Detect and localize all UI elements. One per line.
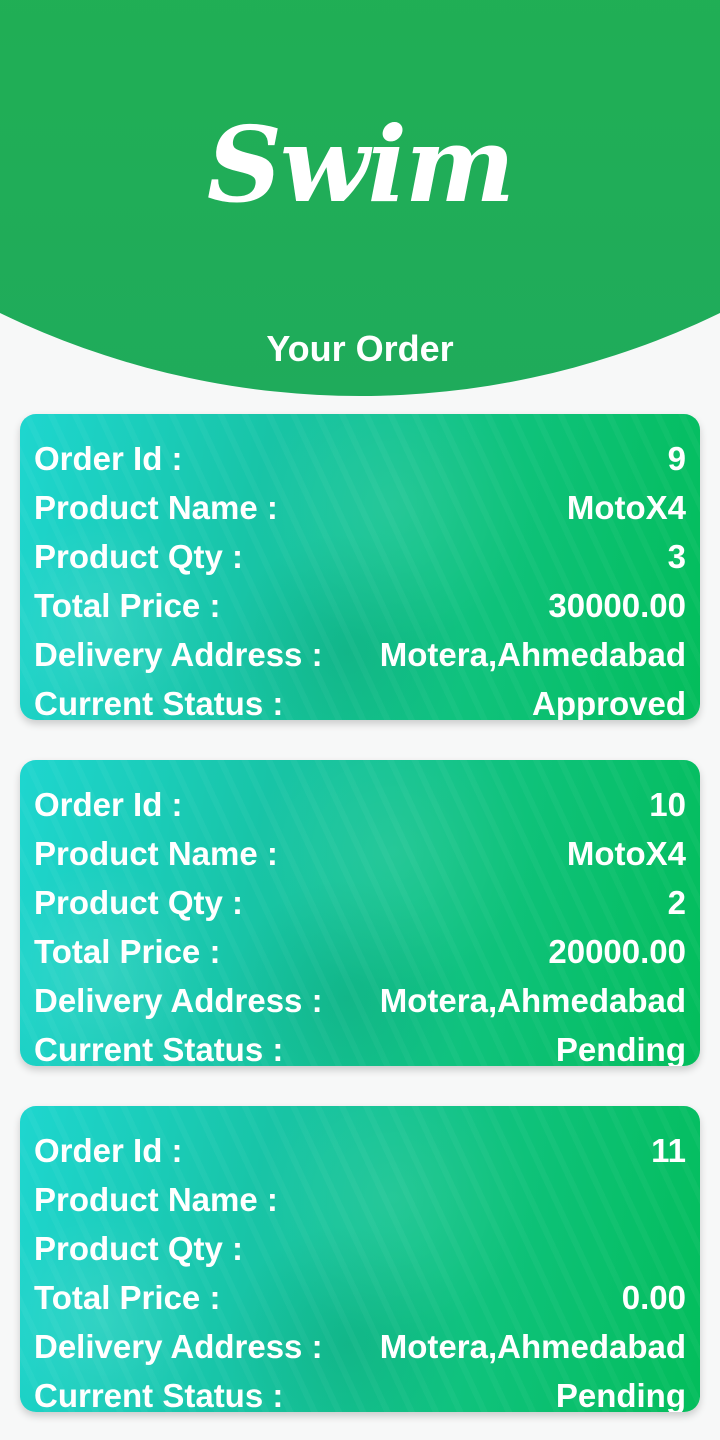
product-name-label: Product Name : bbox=[34, 489, 278, 526]
total-price-row: Total Price : 0.00 bbox=[34, 1275, 686, 1321]
delivery-address-value: Motera,Ahmedabad bbox=[379, 982, 686, 1019]
current-status-value: Approved bbox=[531, 685, 686, 720]
order-id-row: Order Id : 10 bbox=[34, 782, 686, 828]
delivery-address-row: Delivery Address : Motera,Ahmedabad bbox=[34, 632, 686, 678]
product-name-label: Product Name : bbox=[34, 835, 278, 872]
product-qty-row: Product Qty : 2 bbox=[34, 880, 686, 926]
order-id-value: 11 bbox=[651, 1132, 686, 1169]
product-qty-label: Product Qty : bbox=[34, 1230, 244, 1267]
product-qty-row: Product Qty : 3 bbox=[34, 534, 686, 580]
delivery-address-value: Motera,Ahmedabad bbox=[379, 1328, 686, 1365]
current-status-value: Pending bbox=[555, 1377, 686, 1412]
total-price-value: 20000.00 bbox=[548, 933, 686, 970]
total-price-label: Total Price : bbox=[34, 587, 221, 624]
delivery-address-row: Delivery Address : Motera,Ahmedabad bbox=[34, 978, 686, 1024]
page-title: Your Order bbox=[266, 328, 454, 369]
total-price-row: Total Price : 20000.00 bbox=[34, 929, 686, 975]
product-qty-value: 2 bbox=[667, 884, 686, 921]
product-name-label: Product Name : bbox=[34, 1181, 278, 1218]
current-status-row: Current Status : Approved bbox=[34, 681, 686, 720]
total-price-value: 0.00 bbox=[621, 1279, 686, 1316]
product-qty-value: 3 bbox=[667, 538, 686, 575]
product-name-value: MotoX4 bbox=[566, 489, 686, 526]
order-card[interactable]: Order Id : 9 Product Name : MotoX4 Produ… bbox=[20, 414, 700, 720]
order-id-value: 9 bbox=[667, 440, 686, 477]
order-card[interactable]: Order Id : 11 Product Name : Product Qty… bbox=[20, 1106, 700, 1412]
current-status-value: Pending bbox=[555, 1031, 686, 1066]
delivery-address-label: Delivery Address : bbox=[34, 636, 323, 673]
current-status-row: Current Status : Pending bbox=[34, 1373, 686, 1412]
product-qty-row: Product Qty : bbox=[34, 1226, 686, 1272]
current-status-label: Current Status : bbox=[34, 1031, 284, 1066]
header: Swim Your Order bbox=[0, 0, 720, 400]
delivery-address-label: Delivery Address : bbox=[34, 982, 323, 1019]
order-id-row: Order Id : 11 bbox=[34, 1128, 686, 1174]
order-id-value: 10 bbox=[649, 786, 686, 823]
total-price-row: Total Price : 30000.00 bbox=[34, 583, 686, 629]
product-name-row: Product Name : MotoX4 bbox=[34, 831, 686, 877]
order-id-row: Order Id : 9 bbox=[34, 436, 686, 482]
order-card[interactable]: Order Id : 10 Product Name : MotoX4 Prod… bbox=[20, 760, 700, 1066]
delivery-address-label: Delivery Address : bbox=[34, 1328, 323, 1365]
product-name-row: Product Name : bbox=[34, 1177, 686, 1223]
total-price-label: Total Price : bbox=[34, 1279, 221, 1316]
total-price-label: Total Price : bbox=[34, 933, 221, 970]
product-name-value: MotoX4 bbox=[566, 835, 686, 872]
total-price-value: 30000.00 bbox=[548, 587, 686, 624]
order-id-label: Order Id : bbox=[34, 440, 183, 477]
current-status-label: Current Status : bbox=[34, 685, 284, 720]
product-qty-label: Product Qty : bbox=[34, 884, 244, 921]
swim-logo: Swim bbox=[206, 103, 515, 226]
product-qty-label: Product Qty : bbox=[34, 538, 244, 575]
product-name-row: Product Name : MotoX4 bbox=[34, 485, 686, 531]
current-status-label: Current Status : bbox=[34, 1377, 284, 1412]
current-status-row: Current Status : Pending bbox=[34, 1027, 686, 1066]
order-id-label: Order Id : bbox=[34, 786, 183, 823]
order-id-label: Order Id : bbox=[34, 1132, 183, 1169]
delivery-address-row: Delivery Address : Motera,Ahmedabad bbox=[34, 1324, 686, 1370]
delivery-address-value: Motera,Ahmedabad bbox=[379, 636, 686, 673]
